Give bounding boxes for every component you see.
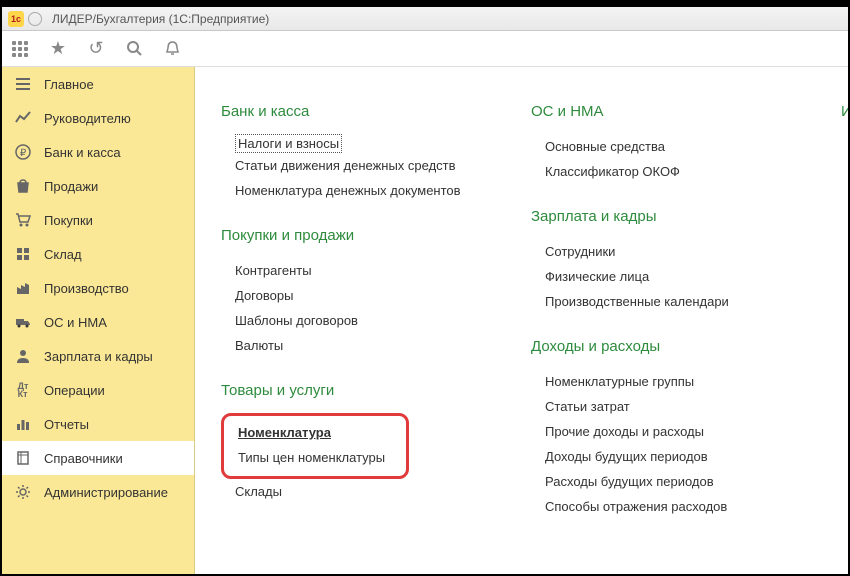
link-item[interactable]: Статьи движения денежных средств bbox=[221, 153, 481, 178]
apps-icon[interactable] bbox=[10, 39, 30, 59]
cart-icon bbox=[14, 211, 32, 229]
book-icon bbox=[14, 449, 32, 467]
sidebar-item-label: ОС и НМА bbox=[44, 315, 107, 330]
link-item[interactable]: Валюты bbox=[221, 333, 481, 358]
section-title[interactable]: Информация bbox=[841, 103, 848, 120]
content-area: Банк и касса Налоги и взносыСтатьи движен… bbox=[195, 67, 848, 574]
link-item[interactable]: Контрагенты bbox=[221, 258, 481, 283]
menu-icon bbox=[14, 75, 32, 93]
section-title[interactable]: Доходы и расходы bbox=[531, 338, 791, 355]
sidebar-item-label: Банк и касса bbox=[44, 145, 121, 160]
sidebar-item-10[interactable]: Отчеты bbox=[2, 407, 194, 441]
link-item[interactable]: Новости bbox=[841, 134, 848, 159]
sidebar: Главное Руководителю ₽ Банк и касса Продажи П… bbox=[2, 67, 195, 574]
section: ОС и НМА Основные средстваКлассификатор О… bbox=[531, 103, 791, 184]
main-toolbar: ★ ↺ bbox=[2, 31, 848, 67]
link-item[interactable]: Договоры bbox=[221, 283, 481, 308]
chart-icon bbox=[14, 109, 32, 127]
sidebar-item-label: Администрирование bbox=[44, 485, 168, 500]
bars-icon bbox=[14, 415, 32, 433]
sidebar-item-9[interactable]: ДтКт Операции bbox=[2, 373, 194, 407]
titlebar: 1c ЛИДЕР/Бухгалтерия (1С:Предприятие) bbox=[2, 7, 848, 31]
bag-icon bbox=[14, 177, 32, 195]
link-item[interactable]: Шаблоны договоров bbox=[221, 308, 481, 333]
link-item[interactable]: Статьи затрат bbox=[531, 394, 791, 419]
sidebar-item-label: Операции bbox=[44, 383, 105, 398]
link-item[interactable]: Расходы будущих периодов bbox=[531, 469, 791, 494]
sidebar-item-label: Зарплата и кадры bbox=[44, 349, 153, 364]
sidebar-item-label: Производство bbox=[44, 281, 129, 296]
truck-icon bbox=[14, 313, 32, 331]
section: Покупки и продажи КонтрагентыДоговорыШабл… bbox=[221, 227, 481, 358]
sidebar-item-label: Покупки bbox=[44, 213, 93, 228]
link-item[interactable]: Способы отражения расходов bbox=[531, 494, 791, 519]
link-item[interactable]: Классификатор ОКОФ bbox=[531, 159, 791, 184]
sidebar-item-11[interactable]: Справочники bbox=[2, 441, 194, 475]
sidebar-item-label: Склад bbox=[44, 247, 82, 262]
link-item[interactable]: Номенклатурные группы bbox=[531, 369, 791, 394]
search-icon[interactable] bbox=[124, 39, 144, 59]
section: Зарплата и кадры СотрудникиФизические лиц… bbox=[531, 208, 791, 314]
dtkt-icon: ДтКт bbox=[14, 381, 32, 399]
section-title[interactable]: Банк и касса bbox=[221, 103, 481, 120]
section: Информация Новости bbox=[841, 103, 848, 159]
person-icon bbox=[14, 347, 32, 365]
link-item[interactable]: Налоги и взносы bbox=[235, 134, 342, 153]
link-item[interactable]: Номенклатура bbox=[224, 420, 400, 445]
gear-icon bbox=[14, 483, 32, 501]
sidebar-item-0[interactable]: Главное bbox=[2, 67, 194, 101]
column-1: Банк и касса Налоги и взносыСтатьи движен… bbox=[221, 103, 481, 528]
sidebar-item-12[interactable]: Администрирование bbox=[2, 475, 194, 509]
link-item[interactable]: Доходы будущих периодов bbox=[531, 444, 791, 469]
section-title[interactable]: Товары и услуги bbox=[221, 382, 481, 399]
link-item[interactable]: Прочие доходы и расходы bbox=[531, 419, 791, 444]
svg-text:₽: ₽ bbox=[20, 148, 27, 159]
sidebar-item-label: Главное bbox=[44, 77, 94, 92]
sidebar-item-label: Продажи bbox=[44, 179, 98, 194]
factory-icon bbox=[14, 279, 32, 297]
section-title[interactable]: Зарплата и кадры bbox=[531, 208, 791, 225]
ruble-icon: ₽ bbox=[14, 143, 32, 161]
link-item[interactable]: Склады bbox=[221, 479, 481, 504]
sidebar-item-3[interactable]: Продажи bbox=[2, 169, 194, 203]
sidebar-item-8[interactable]: Зарплата и кадры bbox=[2, 339, 194, 373]
app-logo-icon: 1c bbox=[8, 11, 24, 27]
link-item[interactable]: Физические лица bbox=[531, 264, 791, 289]
section: Товары и услуги НоменклатураТипы цен номе… bbox=[221, 382, 481, 504]
sidebar-item-5[interactable]: Склад bbox=[2, 237, 194, 271]
sidebar-item-label: Отчеты bbox=[44, 417, 89, 432]
sidebar-item-label: Справочники bbox=[44, 451, 123, 466]
history-icon[interactable]: ↺ bbox=[86, 39, 106, 59]
boxes-icon bbox=[14, 245, 32, 263]
sidebar-item-label: Руководителю bbox=[44, 111, 131, 126]
link-item[interactable]: Основные средства bbox=[531, 134, 791, 159]
highlight-box: НоменклатураТипы цен номенклатуры bbox=[221, 413, 409, 479]
sidebar-item-2[interactable]: ₽ Банк и касса bbox=[2, 135, 194, 169]
section-title[interactable]: Покупки и продажи bbox=[221, 227, 481, 244]
column-3: Информация Новости bbox=[841, 103, 848, 183]
sidebar-item-4[interactable]: Покупки bbox=[2, 203, 194, 237]
window-title: ЛИДЕР/Бухгалтерия (1С:Предприятие) bbox=[52, 12, 269, 26]
bell-icon[interactable] bbox=[162, 39, 182, 59]
section: Доходы и расходы Номенклатурные группыСта… bbox=[531, 338, 791, 519]
link-item[interactable]: Сотрудники bbox=[531, 239, 791, 264]
dropdown-circle-icon[interactable] bbox=[28, 12, 42, 26]
sidebar-item-7[interactable]: ОС и НМА bbox=[2, 305, 194, 339]
sidebar-item-1[interactable]: Руководителю bbox=[2, 101, 194, 135]
section-title[interactable]: ОС и НМА bbox=[531, 103, 791, 120]
section: Банк и касса Налоги и взносыСтатьи движен… bbox=[221, 103, 481, 203]
star-icon[interactable]: ★ bbox=[48, 39, 68, 59]
sidebar-item-6[interactable]: Производство bbox=[2, 271, 194, 305]
link-item[interactable]: Номенклатура денежных документов bbox=[221, 178, 481, 203]
column-2: ОС и НМА Основные средстваКлассификатор О… bbox=[531, 103, 791, 543]
link-item[interactable]: Типы цен номенклатуры bbox=[224, 445, 400, 470]
link-item[interactable]: Производственные календари bbox=[531, 289, 791, 314]
